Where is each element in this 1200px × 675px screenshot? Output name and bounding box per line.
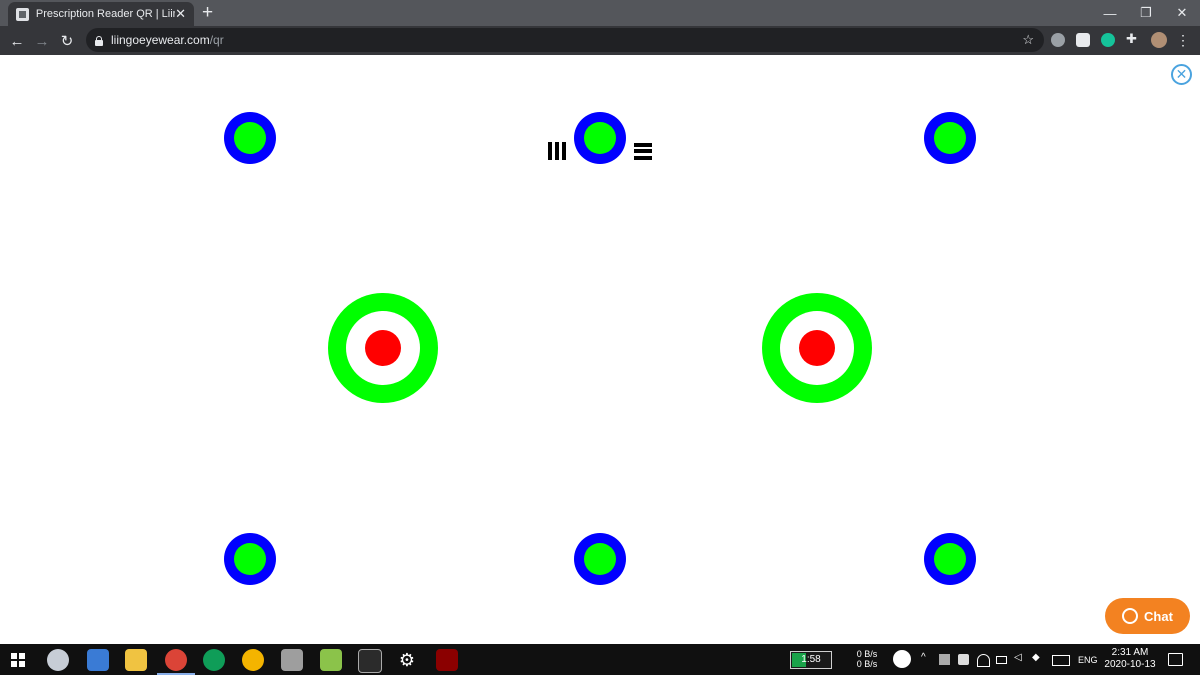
net-down-text: 0 B/s [856, 659, 878, 669]
calibration-target-bottom-left [224, 533, 276, 585]
security-shield-icon[interactable] [47, 649, 69, 671]
window-close-button[interactable]: ✕ [1164, 0, 1200, 26]
browser-menu-icon[interactable]: ⋮ [1176, 32, 1190, 49]
defender-shield-icon[interactable] [958, 654, 969, 665]
close-icon[interactable]: ✕ [1171, 64, 1192, 85]
tray-app-icon[interactable] [939, 654, 950, 665]
net-up-text: 0 B/s [856, 649, 878, 659]
bars-marker-icon [548, 142, 566, 160]
app-icon-red[interactable] [436, 649, 458, 671]
page-content: ✕ Chat [0, 55, 1200, 644]
calibration-target-top-right [924, 112, 976, 164]
back-button[interactable]: ← [7, 31, 27, 51]
settings-gear-icon[interactable]: ⚙ [396, 649, 418, 671]
site-favicon-icon [16, 7, 29, 21]
forward-button[interactable]: → [32, 31, 52, 51]
calibration-target-bottom-center [574, 533, 626, 585]
tab-title: Prescription Reader QR | Liingo E [35, 8, 175, 20]
lens-target-left [328, 293, 438, 403]
lens-center-dot [799, 330, 835, 366]
lens-target-right [762, 293, 872, 403]
file-explorer-icon[interactable] [125, 649, 147, 671]
calibration-target-top-center [574, 112, 626, 164]
terminal-icon[interactable] [358, 649, 382, 673]
battery-icon[interactable] [996, 656, 1007, 664]
clock-date: 2020-10-13 [1104, 659, 1156, 670]
minimize-button[interactable]: — [1092, 0, 1128, 26]
windows-start-icon[interactable] [11, 653, 25, 667]
calibration-target-top-left [224, 112, 276, 164]
reload-button[interactable]: ↻ [57, 31, 77, 51]
new-tab-button[interactable]: + [202, 3, 213, 23]
dropbox-icon[interactable]: ◆ [1032, 652, 1043, 663]
profile-avatar[interactable] [1151, 32, 1167, 48]
tray-expand-icon[interactable]: ^ [921, 652, 932, 663]
chrome-profile-icon[interactable] [203, 649, 225, 671]
windows-taskbar: ⚙ 1:58 0 B/s 0 B/s ^ ◁ ◆ ENG 2:31 AM 202… [0, 644, 1200, 675]
lens-center-dot [365, 330, 401, 366]
restore-button[interactable]: ❐ [1128, 0, 1164, 26]
calibration-target-bottom-right [924, 533, 976, 585]
extension-icon-2[interactable] [1076, 33, 1090, 47]
app-icon-green[interactable] [320, 649, 342, 671]
battery-timer-widget[interactable]: 1:58 [790, 651, 832, 669]
tab-strip: Prescription Reader QR | Liingo E ✕ + — … [0, 0, 1200, 26]
chat-label: Chat [1144, 608, 1173, 624]
chat-button[interactable]: Chat [1105, 598, 1190, 634]
app-icon-grey[interactable] [281, 649, 303, 671]
extension-icon-1[interactable] [1051, 33, 1065, 47]
extensions-puzzle-icon[interactable]: ✚ [1126, 31, 1137, 47]
lock-icon[interactable] [95, 35, 103, 46]
clock-pie-icon[interactable] [893, 650, 911, 668]
chrome-profile-icon-2[interactable] [242, 649, 264, 671]
notification-center-icon[interactable] [1168, 653, 1183, 666]
language-indicator[interactable]: ENG [1078, 655, 1098, 665]
bookmark-star-icon[interactable]: ☆ [1022, 32, 1034, 48]
grammarly-icon[interactable] [1101, 33, 1115, 47]
volume-icon[interactable]: ◁ [1014, 652, 1025, 663]
this-pc-icon[interactable] [87, 649, 109, 671]
system-clock[interactable]: 2:31 AM 2020-10-13 [1102, 647, 1158, 671]
network-speed: 0 B/s 0 B/s [849, 649, 885, 669]
address-bar[interactable]: liingoeyewear.com/qr ☆ [86, 28, 1044, 52]
keyboard-icon[interactable] [1052, 655, 1070, 666]
chrome-icon[interactable] [157, 649, 195, 675]
wifi-icon[interactable] [977, 654, 990, 667]
tab-close-icon[interactable]: ✕ [175, 6, 186, 22]
lines-marker-icon [634, 143, 652, 160]
clock-time: 2:31 AM [1111, 647, 1149, 658]
browser-toolbar: ← → ↻ liingoeyewear.com/qr ☆ ✚ ⋮ [0, 26, 1200, 55]
url-path: /qr [209, 33, 224, 47]
url-host: liingoeyewear.com [111, 33, 210, 47]
battery-timer-text: 1:58 [801, 654, 821, 665]
chat-bubble-icon [1122, 608, 1139, 624]
browser-tab[interactable]: Prescription Reader QR | Liingo E ✕ [8, 2, 194, 26]
